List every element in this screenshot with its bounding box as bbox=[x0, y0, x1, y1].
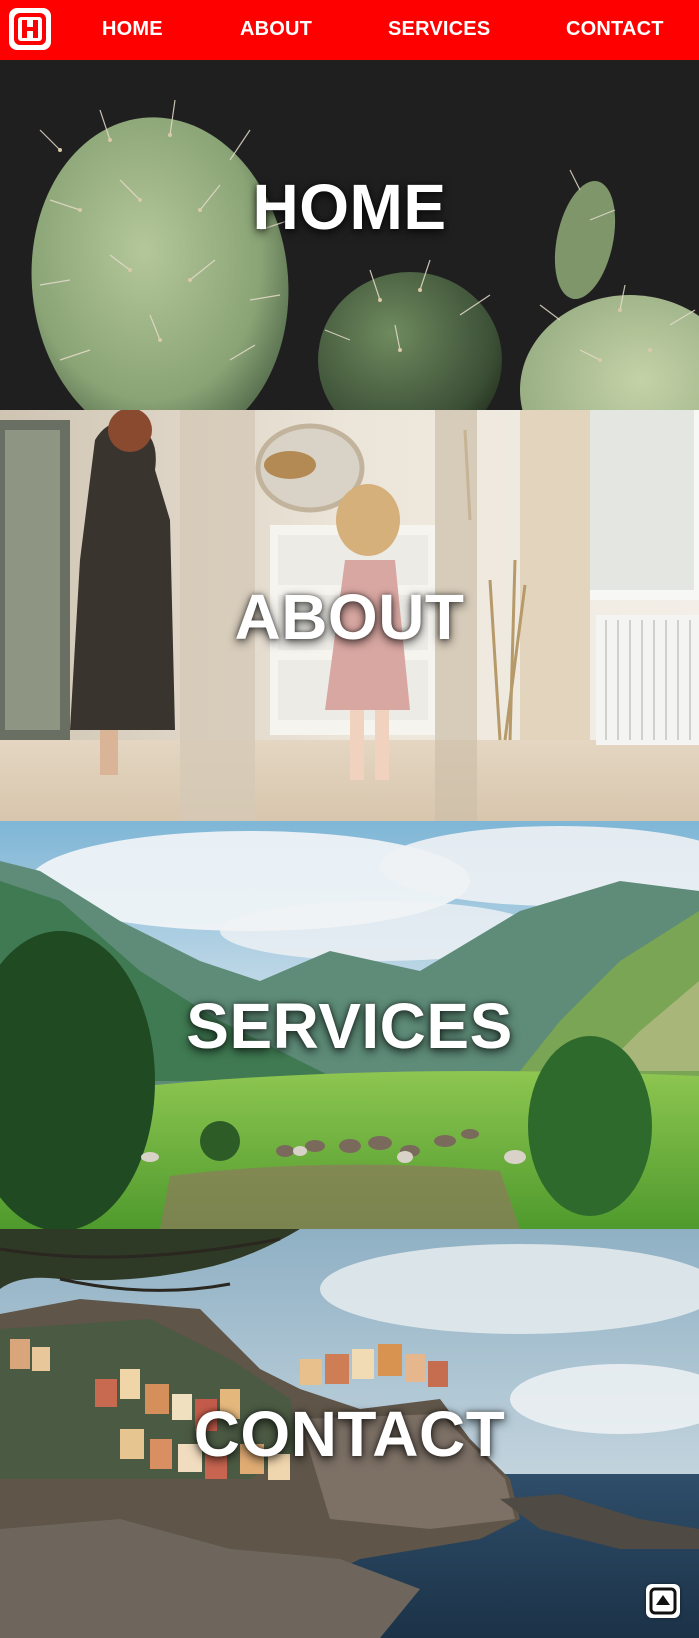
back-to-top-button[interactable] bbox=[646, 1584, 680, 1618]
nav-link-home[interactable]: HOME bbox=[102, 0, 163, 60]
arrow-up-icon bbox=[649, 1587, 677, 1615]
services-section: SERVICES bbox=[0, 821, 699, 1229]
about-section: ABOUT bbox=[0, 410, 699, 821]
contact-title: CONTACT bbox=[193, 1398, 506, 1470]
home-section: HOME bbox=[0, 60, 699, 410]
nav-link-about[interactable]: ABOUT bbox=[240, 0, 312, 60]
logo-h-icon[interactable] bbox=[9, 8, 51, 50]
services-title: SERVICES bbox=[186, 990, 513, 1062]
home-title: HOME bbox=[252, 171, 447, 243]
navbar: HOME ABOUT SERVICES CONTACT bbox=[0, 0, 699, 60]
nav-link-services[interactable]: SERVICES bbox=[388, 0, 490, 60]
logo-h-glyph bbox=[14, 13, 46, 45]
contact-section: CONTACT bbox=[0, 1229, 699, 1638]
nav-link-contact[interactable]: CONTACT bbox=[566, 0, 664, 60]
about-title: ABOUT bbox=[234, 581, 465, 653]
